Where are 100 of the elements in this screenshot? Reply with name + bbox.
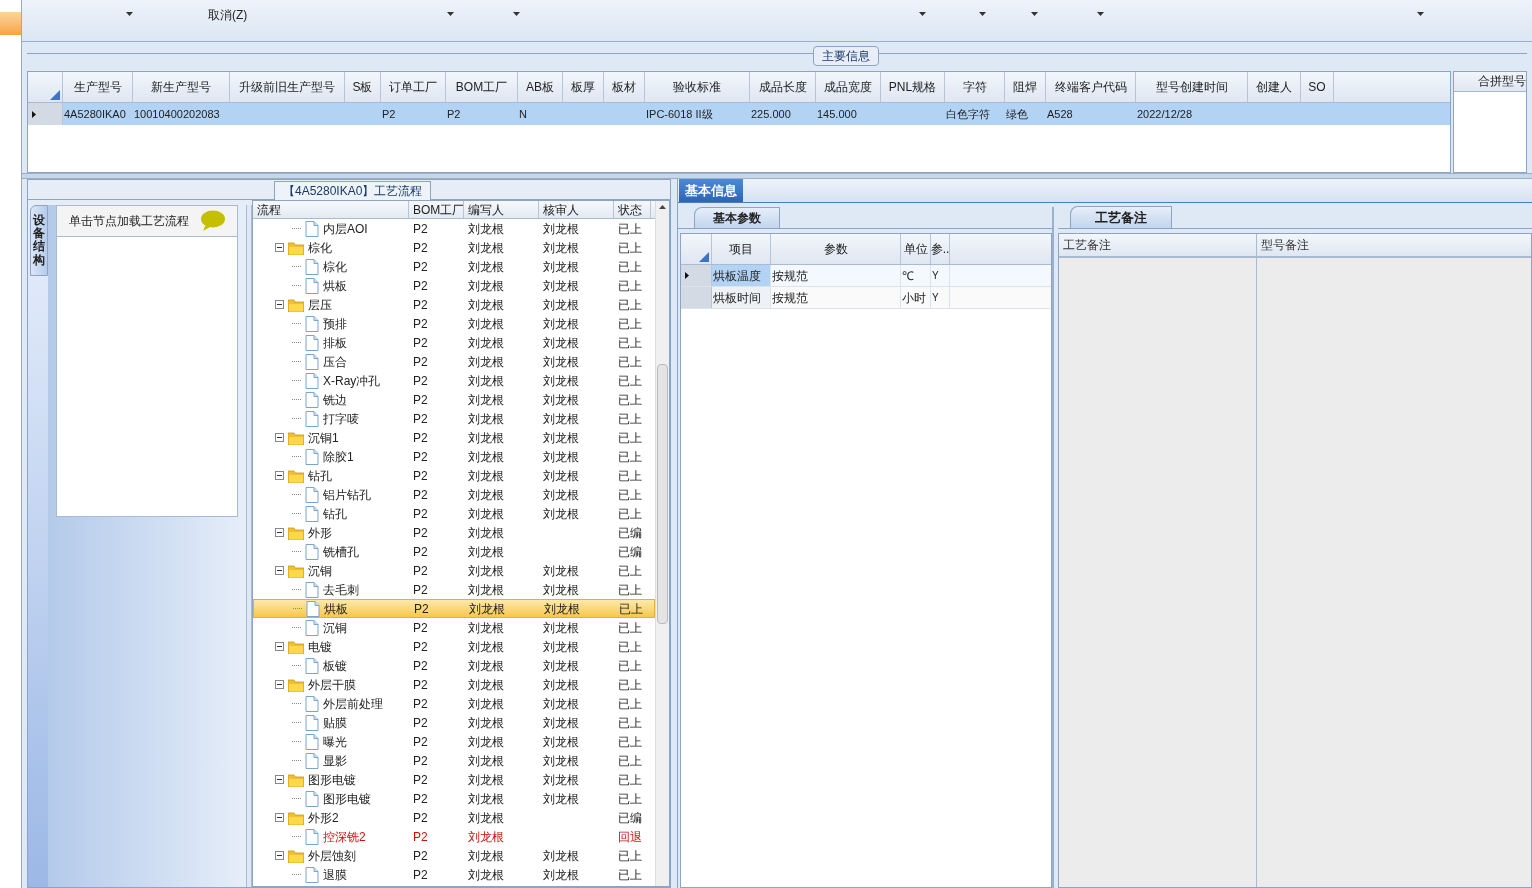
- column-header[interactable]: 订单工厂: [381, 72, 446, 102]
- tree-row[interactable]: 控深铣2 P2 刘龙根 回退: [253, 827, 655, 846]
- collapse-icon[interactable]: [275, 813, 284, 822]
- table-row[interactable]: 4A5280IKA0 10010400202083 P2 P2 N IPC-6018 II级 225.000 145.000 白色字符 绿色 A528 2022/12/28: [28, 103, 1450, 125]
- collapse-icon[interactable]: [275, 528, 284, 537]
- tree-row[interactable]: 外层前处理 P2 刘龙根 刘龙根 已上: [253, 694, 655, 713]
- tree-row[interactable]: 铣槽孔 P2 刘龙根 已编: [253, 542, 655, 561]
- tree-row[interactable]: X-Ray冲孔 P2 刘龙根 刘龙根 已上: [253, 371, 655, 390]
- tree-row[interactable]: 板镀 P2 刘龙根 刘龙根 已上: [253, 656, 655, 675]
- column-header[interactable]: 流程: [253, 201, 409, 218]
- tree-row[interactable]: 铝片钻孔 P2 刘龙根 刘龙根 已上: [253, 485, 655, 504]
- tree-row[interactable]: 外层蚀刻 P2 刘龙根 刘龙根 已上: [253, 846, 655, 865]
- panel-title-tab[interactable]: 【4A5280IKA0】工艺流程: [274, 181, 432, 200]
- tree-row[interactable]: 烘板 P2 刘龙根 刘龙根 已上: [253, 599, 655, 618]
- tree-row[interactable]: 电镀 P2 刘龙根 刘龙根 已上: [253, 637, 655, 656]
- tree-row[interactable]: 去毛刺 P2 刘龙根 刘龙根 已上: [253, 580, 655, 599]
- tree-row[interactable]: 层压 P2 刘龙根 刘龙根 已上: [253, 295, 655, 314]
- table-row[interactable]: 烘板温度 按规范 ℃ Y: [681, 265, 1051, 287]
- tree-row[interactable]: 曝光 P2 刘龙根 刘龙根 已上: [253, 732, 655, 751]
- tree-row[interactable]: 预排 P2 刘龙根 刘龙根 已上: [253, 314, 655, 333]
- caret-icon[interactable]: [1031, 12, 1038, 16]
- collapse-icon[interactable]: [275, 243, 284, 252]
- column-header[interactable]: 参数: [771, 234, 901, 264]
- column-header[interactable]: 终端客户代码: [1046, 72, 1136, 102]
- column-header[interactable]: 型号备注: [1257, 234, 1531, 258]
- column-header[interactable]: 编写人: [464, 201, 539, 218]
- column-header[interactable]: 板材: [604, 72, 645, 102]
- column-header[interactable]: 核审人: [539, 201, 614, 218]
- tree-row[interactable]: 棕化 P2 刘龙根 刘龙根 已上: [253, 238, 655, 257]
- caret-icon[interactable]: [979, 12, 986, 16]
- collapse-icon[interactable]: [275, 851, 284, 860]
- column-header[interactable]: SO: [1301, 72, 1334, 102]
- caret-icon[interactable]: [1417, 12, 1424, 16]
- column-header[interactable]: 项目: [712, 234, 771, 264]
- table-cell: 已上: [618, 392, 642, 407]
- column-header[interactable]: 成品宽度: [816, 72, 881, 102]
- column-header[interactable]: 工艺备注: [1059, 234, 1256, 258]
- cancel-menu-item[interactable]: 取消(Z): [208, 6, 248, 24]
- column-header[interactable]: 字符: [945, 72, 1005, 102]
- table-row[interactable]: 烘板时间 按规范 小时 Y: [681, 287, 1051, 309]
- tree-row[interactable]: 沉铜1 P2 刘龙根 刘龙根 已上: [253, 428, 655, 447]
- tab[interactable]: 工艺备注: [1070, 205, 1172, 228]
- column-header[interactable]: BOM工厂: [446, 72, 518, 102]
- caret-icon[interactable]: [126, 12, 133, 16]
- table-cell: 刘龙根: [468, 791, 504, 806]
- column-header[interactable]: 参..: [931, 234, 950, 264]
- caret-icon[interactable]: [919, 12, 926, 16]
- column-header[interactable]: 板厚: [563, 72, 604, 102]
- tab[interactable]: 基本参数: [694, 207, 780, 228]
- tree-row[interactable]: 退膜 P2 刘龙根 刘龙根 已上: [253, 865, 655, 884]
- tree-row[interactable]: 外形 P2 刘龙根 已编: [253, 523, 655, 542]
- column-header[interactable]: 单位: [901, 234, 931, 264]
- tree-row[interactable]: 钻孔 P2 刘龙根 刘龙根 已上: [253, 504, 655, 523]
- tree-row[interactable]: 除胶1 P2 刘龙根 刘龙根 已上: [253, 447, 655, 466]
- tree-row[interactable]: 贴膜 P2 刘龙根 刘龙根 已上: [253, 713, 655, 732]
- column-header[interactable]: BOM工厂: [409, 201, 464, 218]
- caret-icon[interactable]: [1097, 12, 1104, 16]
- column-header[interactable]: 成品长度: [750, 72, 816, 102]
- collapse-icon[interactable]: [275, 300, 284, 309]
- column-header[interactable]: AB板: [518, 72, 563, 102]
- tree-row[interactable]: 铣边 P2 刘龙根 刘龙根 已上: [253, 390, 655, 409]
- column-header[interactable]: 生产型号: [63, 72, 133, 102]
- column-header[interactable]: 阻焊: [1005, 72, 1046, 102]
- caret-icon[interactable]: [447, 12, 454, 16]
- tree-row[interactable]: 内层AOI P2 刘龙根 刘龙根 已上: [253, 219, 655, 238]
- tree-row[interactable]: 图形电镀 P2 刘龙根 刘龙根 已上: [253, 789, 655, 808]
- column-header[interactable]: PNL规格: [881, 72, 945, 102]
- file-icon: [305, 353, 319, 370]
- tree-row[interactable]: 沉铜 P2 刘龙根 刘龙根 已上: [253, 561, 655, 580]
- column-header[interactable]: 型号创建时间: [1136, 72, 1248, 102]
- collapse-icon[interactable]: [275, 471, 284, 480]
- tree-row[interactable]: 外层干膜 P2 刘龙根 刘龙根 已上: [253, 675, 655, 694]
- table-cell-text: 小时: [902, 289, 926, 307]
- column-header[interactable]: S板: [345, 72, 381, 102]
- column-header[interactable]: 验收标准: [645, 72, 750, 102]
- collapse-icon[interactable]: [275, 775, 284, 784]
- tree-row[interactable]: 沉铜 P2 刘龙根 刘龙根 已上: [253, 618, 655, 637]
- column-header[interactable]: 合拼型号: [1454, 72, 1526, 92]
- side-tab[interactable]: 设备结构: [30, 205, 48, 276]
- collapse-icon[interactable]: [275, 433, 284, 442]
- tree-row[interactable]: 压合 P2 刘龙根 刘龙根 已上: [253, 352, 655, 371]
- tree-row[interactable]: 钻孔 P2 刘龙根 刘龙根 已上: [253, 466, 655, 485]
- tree-row[interactable]: 外形2 P2 刘龙根 已编: [253, 808, 655, 827]
- tab[interactable]: 基本信息: [679, 178, 743, 202]
- column-header[interactable]: 创建人: [1248, 72, 1301, 102]
- collapse-icon[interactable]: [275, 642, 284, 651]
- column-header[interactable]: 新生产型号: [133, 72, 230, 102]
- tree-row[interactable]: 烘板 P2 刘龙根 刘龙根 已上: [253, 276, 655, 295]
- caret-icon[interactable]: [513, 12, 520, 16]
- column-header[interactable]: 升级前旧生产型号: [230, 72, 345, 102]
- tree-row[interactable]: 打字唛 P2 刘龙根 刘龙根 已上: [253, 409, 655, 428]
- column-header[interactable]: 状态: [614, 201, 651, 218]
- scrollbar[interactable]: [655, 201, 669, 886]
- scroll-up-icon[interactable]: [659, 205, 666, 209]
- collapse-icon[interactable]: [275, 680, 284, 689]
- tree-row[interactable]: 棕化 P2 刘龙根 刘龙根 已上: [253, 257, 655, 276]
- tree-row[interactable]: 排板 P2 刘龙根 刘龙根 已上: [253, 333, 655, 352]
- collapse-icon[interactable]: [275, 566, 284, 575]
- tree-row[interactable]: 显影 P2 刘龙根 刘龙根 已上: [253, 751, 655, 770]
- tree-row[interactable]: 图形电镀 P2 刘龙根 刘龙根 已上: [253, 770, 655, 789]
